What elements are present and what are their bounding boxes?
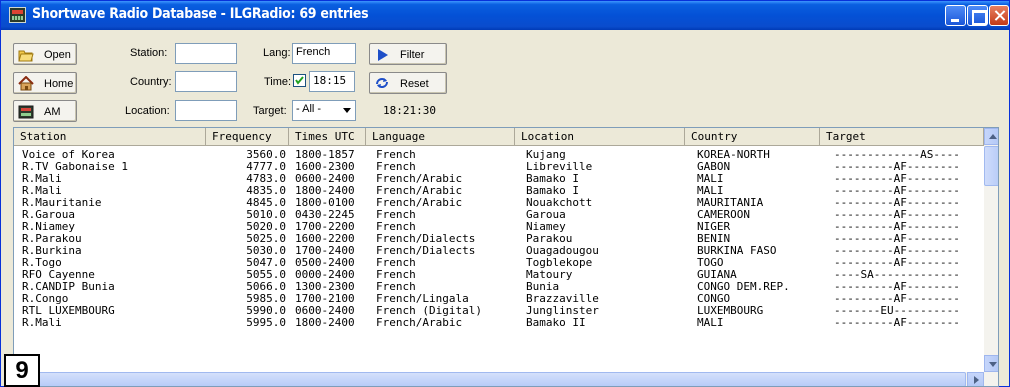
open-label: Open (44, 49, 71, 61)
reset-label: Reset (400, 78, 429, 90)
location-input[interactable] (175, 100, 237, 121)
lang-label: Lang: (263, 47, 291, 59)
am-label: AM (44, 106, 61, 118)
column-header-language[interactable]: Language (366, 128, 515, 146)
refresh-icon (376, 78, 388, 88)
chevron-up-icon (989, 134, 997, 139)
location-label: Location: (125, 105, 170, 117)
filter-label: Filter (400, 49, 425, 61)
open-button[interactable]: Open (13, 43, 77, 65)
station-input[interactable] (175, 43, 237, 64)
cell-target: ---------AF-------- (834, 316, 960, 329)
column-header-station[interactable]: Station (14, 128, 206, 146)
chevron-down-icon (989, 362, 997, 367)
home-button[interactable]: Home (13, 72, 77, 94)
cell-location: Bamako II (526, 316, 586, 329)
cell-language: French/Arabic (376, 316, 463, 329)
title-bar[interactable]: Shortwave Radio Database - ILGRadio: 69 … (1, 1, 1009, 30)
cell-times: 1800-2400 (295, 316, 355, 329)
cell-station: R.Mali (22, 316, 62, 329)
target-selected-value: - All - (296, 103, 322, 115)
am-button[interactable]: AM (13, 100, 77, 122)
scroll-up-button[interactable] (984, 128, 998, 145)
lang-input[interactable]: French (292, 43, 356, 64)
home-label: Home (44, 78, 74, 90)
time-label: Time: (264, 76, 292, 88)
column-header-times[interactable]: Times UTC (289, 128, 366, 146)
app-window: Shortwave Radio Database - ILGRadio: 69 … (0, 0, 1010, 387)
folder-open-icon (18, 50, 34, 62)
checkmark-icon (295, 76, 304, 85)
column-header-country[interactable]: Country (685, 128, 820, 146)
radio-app-icon (9, 7, 26, 23)
radio-icon (18, 105, 34, 119)
country-label: Country: (130, 76, 172, 88)
station-label: Station: (130, 47, 168, 59)
horizontal-scrollbar[interactable] (14, 372, 998, 386)
chevron-down-icon (343, 108, 351, 113)
filter-button[interactable]: Filter (369, 43, 447, 65)
station-list[interactable]: Station Frequency Times UTC Language Loc… (13, 127, 999, 387)
cell-frequency: 5995.0 (246, 316, 286, 329)
chevron-right-icon (974, 376, 979, 384)
country-input[interactable] (175, 71, 237, 92)
close-button[interactable] (989, 5, 1009, 26)
reset-button[interactable]: Reset (369, 72, 447, 94)
figure-number-label: 9 (4, 354, 40, 387)
time-input[interactable]: 18:15 (309, 71, 355, 92)
table-row[interactable]: R.Mali 5995.0 1800-2400 French/Arabic Bamako… (14, 317, 984, 329)
window-title: Shortwave Radio Database - ILGRadio: 69 … (32, 6, 369, 22)
scroll-down-button[interactable] (984, 355, 998, 372)
minimize-button[interactable] (945, 5, 966, 26)
cell-country: MALI (697, 316, 724, 329)
target-select[interactable]: - All - (292, 100, 356, 121)
clock-display: 18:21:30 (383, 104, 436, 117)
maximize-button[interactable] (967, 5, 988, 26)
time-checkbox[interactable] (293, 74, 306, 87)
vertical-scroll-thumb[interactable] (984, 146, 998, 186)
horizontal-scroll-thumb[interactable] (31, 372, 966, 386)
vertical-scrollbar[interactable] (984, 128, 998, 372)
target-label: Target: (253, 105, 287, 117)
column-header-location[interactable]: Location (515, 128, 685, 146)
column-header-frequency[interactable]: Frequency (206, 128, 289, 146)
home-icon (18, 76, 34, 91)
column-header-target[interactable]: Target (820, 128, 984, 146)
scroll-right-button[interactable] (967, 372, 984, 386)
play-arrow-icon (378, 49, 388, 61)
